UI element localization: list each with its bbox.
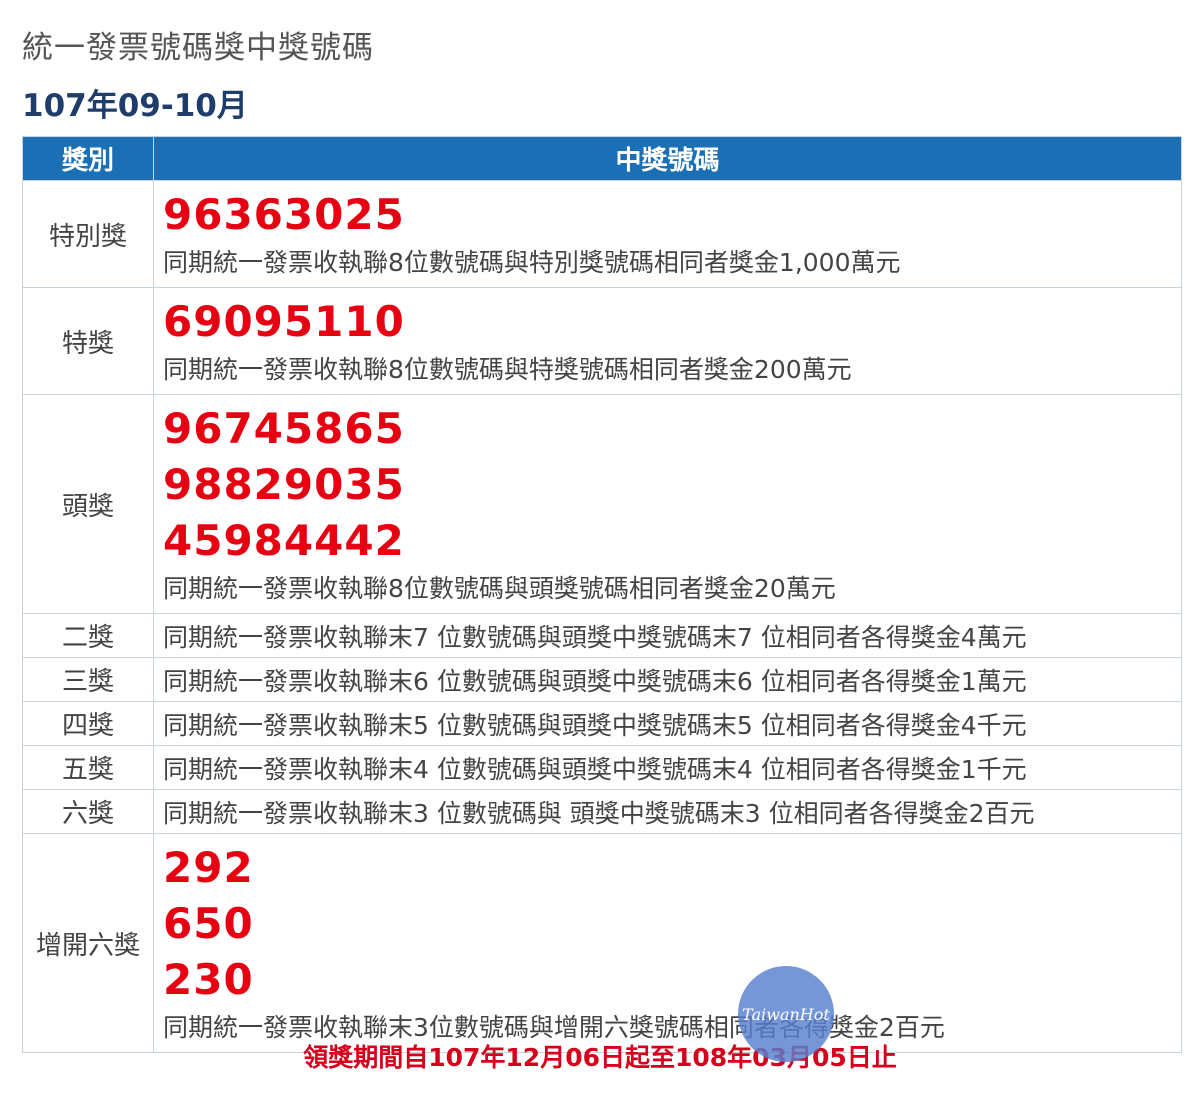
row-fourth-prize: 四獎 同期統一發票收執聯末5 位數號碼與頭獎中獎號碼末5 位相同者各得獎金4千元	[22, 701, 1182, 746]
fourth-prize-desc: 同期統一發票收執聯末5 位數號碼與頭獎中獎號碼末5 位相同者各得獎金4千元	[153, 701, 1182, 746]
fifth-prize-desc: 同期統一發票收執聯末4 位數號碼與頭獎中獎號碼末4 位相同者各得獎金1千元	[153, 745, 1182, 790]
special-prize-label: 特別獎	[22, 180, 154, 288]
row-sixth-prize: 六獎 同期統一發票收執聯末3 位數號碼與 頭獎中獎號碼末3 位相同者各得獎金2百…	[22, 789, 1182, 834]
row-special-prize: 特別獎 96363025 同期統一發票收執聯8位數號碼與特別獎號碼相同者獎金1,…	[22, 180, 1182, 288]
first-prize-number-2: 98829035	[163, 460, 405, 509]
fifth-prize-label: 五獎	[22, 745, 154, 790]
row-second-prize: 二獎 同期統一發票收執聯末7 位數號碼與頭獎中獎號碼末7 位相同者各得獎金4萬元	[22, 613, 1182, 658]
header-numbers: 中獎號碼	[153, 136, 1182, 181]
first-prize-number-1: 96745865	[163, 404, 405, 453]
extra-sixth-prize-number-3: 230	[163, 955, 254, 1004]
fourth-prize-label: 四獎	[22, 701, 154, 746]
first-prize-number-3: 45984442	[163, 516, 405, 565]
period-heading: 107年09-10月	[22, 88, 248, 124]
grand-prize-label: 特獎	[22, 287, 154, 395]
grand-prize-content: 69095110 同期統一發票收執聯8位數號碼與特獎號碼相同者獎金200萬元	[153, 287, 1182, 395]
second-prize-label: 二獎	[22, 613, 154, 658]
taiwanhot-watermark-logo: TaiwanHot	[738, 966, 834, 1062]
third-prize-label: 三獎	[22, 657, 154, 702]
first-prize-desc: 同期統一發票收執聯8位數號碼與頭獎號碼相同者獎金20萬元	[163, 574, 836, 603]
row-first-prize: 頭獎 96745865 98829035 45984442 同期統一發票收執聯8…	[22, 394, 1182, 614]
watermark-logo-icon: TaiwanHot	[742, 1005, 830, 1024]
row-grand-prize: 特獎 69095110 同期統一發票收執聯8位數號碼與特獎號碼相同者獎金200萬…	[22, 287, 1182, 395]
grand-prize-number: 69095110	[163, 297, 405, 346]
extra-sixth-prize-number-2: 650	[163, 899, 254, 948]
sixth-prize-desc: 同期統一發票收執聯末3 位數號碼與 頭獎中獎號碼末3 位相同者各得獎金2百元	[153, 789, 1182, 834]
grand-prize-desc: 同期統一發票收執聯8位數號碼與特獎號碼相同者獎金200萬元	[163, 355, 852, 384]
row-third-prize: 三獎 同期統一發票收執聯末6 位數號碼與頭獎中獎號碼末6 位相同者各得獎金1萬元	[22, 657, 1182, 702]
row-fifth-prize: 五獎 同期統一發票收執聯末4 位數號碼與頭獎中獎號碼末4 位相同者各得獎金1千元	[22, 745, 1182, 790]
sixth-prize-label: 六獎	[22, 789, 154, 834]
claim-period-note: 領獎期間自107年12月06日起至108年03月05日止	[303, 1043, 897, 1072]
watermark-text: TaiwanHot	[742, 1005, 830, 1024]
special-prize-number: 96363025	[163, 190, 405, 239]
extra-sixth-prize-label: 增開六獎	[22, 833, 154, 1053]
special-prize-desc: 同期統一發票收執聯8位數號碼與特別獎號碼相同者獎金1,000萬元	[163, 248, 901, 277]
header-category: 獎別	[22, 136, 154, 181]
table-header-row: 獎別 中獎號碼	[22, 136, 1182, 181]
prize-table: 獎別 中獎號碼 特別獎 96363025 同期統一發票收執聯8位數號碼與特別獎號…	[22, 136, 1182, 1053]
first-prize-content: 96745865 98829035 45984442 同期統一發票收執聯8位數號…	[153, 394, 1182, 614]
extra-sixth-prize-content: 292 650 230 同期統一發票收執聯末3位數號碼與增開六獎號碼相同者各得獎…	[153, 833, 1182, 1053]
page-title: 統一發票號碼獎中獎號碼	[22, 30, 374, 66]
special-prize-content: 96363025 同期統一發票收執聯8位數號碼與特別獎號碼相同者獎金1,000萬…	[153, 180, 1182, 288]
row-extra-sixth-prize: 增開六獎 292 650 230 同期統一發票收執聯末3位數號碼與增開六獎號碼相…	[22, 833, 1182, 1053]
extra-sixth-prize-number-1: 292	[163, 843, 254, 892]
first-prize-label: 頭獎	[22, 394, 154, 614]
second-prize-desc: 同期統一發票收執聯末7 位數號碼與頭獎中獎號碼末7 位相同者各得獎金4萬元	[153, 613, 1182, 658]
third-prize-desc: 同期統一發票收執聯末6 位數號碼與頭獎中獎號碼末6 位相同者各得獎金1萬元	[153, 657, 1182, 702]
